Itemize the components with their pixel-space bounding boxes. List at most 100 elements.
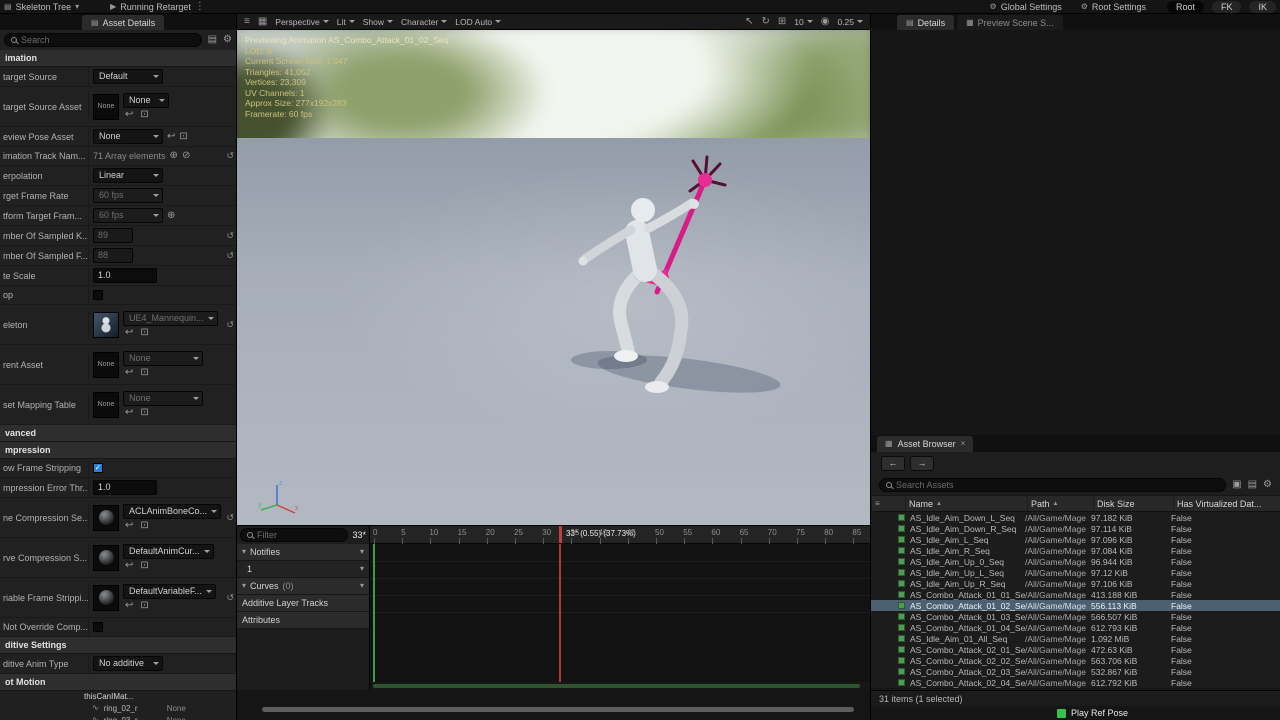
tab-asset-details[interactable]: ▤ Asset Details bbox=[82, 15, 165, 30]
search-assets-input[interactable]: Search Assets bbox=[879, 477, 1227, 492]
play-ref-pose-button[interactable]: Play Ref Pose bbox=[871, 706, 1280, 720]
bone-compression-dropdown[interactable]: ACLAnimBoneCo... bbox=[123, 504, 222, 519]
reset-to-default-icon[interactable]: ↺ bbox=[226, 319, 234, 330]
select-tool-icon[interactable]: ↖ bbox=[745, 16, 753, 27]
section-root-motion[interactable]: ot Motion bbox=[0, 674, 236, 691]
section-animation[interactable]: imation bbox=[0, 50, 236, 67]
use-selected-asset-icon[interactable]: ↩ bbox=[125, 561, 133, 571]
lod-dropdown[interactable]: LOD Auto bbox=[455, 17, 502, 27]
track-options-icon[interactable]: ▾ bbox=[360, 548, 364, 556]
root-settings-button[interactable]: ⚙ Root Settings bbox=[1081, 2, 1146, 12]
timeline-filter-input[interactable]: Filter bbox=[240, 528, 349, 542]
browse-to-asset-icon[interactable]: ⊡ bbox=[140, 521, 148, 531]
asset-row[interactable]: AS_Combo_Attack_02_01_Seq /All/Game/Mage… bbox=[871, 644, 1280, 655]
track-attributes[interactable]: Attributes bbox=[237, 612, 369, 629]
asset-row[interactable]: AS_Combo_Attack_01_01_Seq /All/Game/Mage… bbox=[871, 589, 1280, 600]
interpolation-dropdown[interactable]: Linear bbox=[93, 168, 163, 183]
timeline-range-slider[interactable] bbox=[373, 684, 860, 688]
reset-to-default-icon[interactable]: ↺ bbox=[226, 230, 234, 241]
lane-options-icon[interactable]: ▾ bbox=[360, 565, 364, 573]
track-notifies[interactable]: ▾ Notifies ▾ bbox=[237, 544, 369, 561]
asset-row[interactable]: AS_Idle_Aim_01_All_Seq /All/Game/Mage 1.… bbox=[871, 633, 1280, 644]
curve-compression-thumbnail[interactable] bbox=[93, 544, 119, 571]
timeline-ruler[interactable]: 33* (0.55) (37.73%) 0 5 10 15 20 25 30 35 40 45 50… bbox=[370, 526, 870, 544]
asset-row[interactable]: AS_Idle_Aim_Down_R_Seq /All/Game/Mage 97… bbox=[871, 523, 1280, 534]
loop-checkbox[interactable] bbox=[93, 290, 103, 300]
filter-settings-icon[interactable]: ⚙ bbox=[1263, 479, 1272, 490]
use-selected-asset-icon[interactable]: ↩ bbox=[125, 110, 133, 120]
reset-to-default-icon[interactable]: ↺ bbox=[226, 592, 234, 603]
surface-snap-icon[interactable]: ◉ bbox=[821, 16, 830, 27]
asset-row[interactable]: AS_Combo_Attack_02_02_Seq /All/Game/Mage… bbox=[871, 655, 1280, 666]
curve-compression-dropdown[interactable]: DefaultAnimCur... bbox=[123, 544, 214, 559]
kebab-menu-icon[interactable]: ⋮ bbox=[195, 1, 205, 12]
asset-row[interactable]: AS_Combo_Attack_01_02_Seq /All/Game/Mage… bbox=[871, 600, 1280, 611]
asset-row[interactable]: AS_Combo_Attack_01_03_Seq /All/Game/Mage… bbox=[871, 611, 1280, 622]
asset-row[interactable]: AS_Combo_Attack_02_04_Seq /All/Game/Mage… bbox=[871, 677, 1280, 688]
use-selected-asset-icon[interactable]: ↩ bbox=[125, 601, 133, 611]
delete-elements-icon[interactable]: ⊘ bbox=[182, 151, 190, 161]
bone-track-row[interactable]: ∿ ring_02_r None bbox=[0, 702, 236, 714]
additive-anim-type-dropdown[interactable]: No additive bbox=[93, 656, 163, 671]
details-search-input[interactable]: Search bbox=[4, 33, 202, 47]
view-options-icon[interactable]: ▤ bbox=[1248, 479, 1257, 490]
variable-frame-stripping-thumbnail[interactable] bbox=[93, 584, 119, 611]
sampled-frames-field[interactable]: 88 bbox=[93, 248, 133, 263]
browse-to-asset-icon[interactable]: ⊡ bbox=[140, 328, 148, 338]
fk-mode-button[interactable]: FK bbox=[1211, 0, 1242, 13]
reset-to-default-icon[interactable]: ↺ bbox=[226, 250, 234, 261]
global-settings-button[interactable]: ⚙ Global Settings bbox=[990, 2, 1062, 12]
browse-to-asset-icon[interactable]: ⊡ bbox=[140, 368, 148, 378]
section-compression[interactable]: mpression bbox=[0, 442, 236, 459]
perspective-dropdown[interactable]: Perspective bbox=[275, 17, 329, 27]
target-frame-rate-dropdown[interactable]: 60 fps bbox=[93, 188, 163, 203]
columns-icon[interactable]: ≡ bbox=[875, 499, 880, 508]
asset-row[interactable]: AS_Idle_Aim_Up_R_Seq /All/Game/Mage 97.1… bbox=[871, 578, 1280, 589]
browse-to-asset-icon[interactable]: ⊡ bbox=[140, 561, 148, 571]
platform-target-frame-rate-dropdown[interactable]: 60 fps bbox=[93, 208, 163, 223]
timeline-tracks-area[interactable] bbox=[370, 544, 870, 682]
tab-skeleton-tree[interactable]: ▤ Skeleton Tree ▾ bbox=[4, 2, 79, 12]
asset-mapping-table-dropdown[interactable]: None bbox=[123, 391, 203, 406]
preview-pose-asset-dropdown[interactable]: None bbox=[93, 129, 163, 144]
scene-render-area[interactable]: Previewing Animation AS_Combo_Attack_01_… bbox=[237, 20, 870, 525]
tab-preview-scene-settings[interactable]: ▦ Preview Scene S... bbox=[957, 15, 1063, 30]
track-options-icon[interactable]: ▾ bbox=[360, 582, 364, 590]
playhead-marker[interactable] bbox=[559, 526, 562, 543]
grid-snap-value[interactable]: 10 bbox=[794, 17, 813, 27]
skeleton-thumbnail[interactable] bbox=[93, 311, 119, 338]
asset-row[interactable]: AS_Idle_Aim_Down_L_Seq /All/Game/Mage 97… bbox=[871, 512, 1280, 523]
asset-row[interactable]: AS_Idle_Aim_Up_0_Seq /All/Game/Mage 96.9… bbox=[871, 556, 1280, 567]
asset-thumbnail[interactable]: None bbox=[93, 93, 119, 120]
horizontal-scrollbar[interactable] bbox=[262, 707, 854, 712]
compression-error-threshold-field[interactable]: 1.0 bbox=[93, 480, 157, 495]
use-selected-asset-icon[interactable]: ↩ bbox=[125, 328, 133, 338]
browse-to-asset-icon[interactable]: ⊡ bbox=[179, 131, 187, 142]
use-selected-asset-icon[interactable]: ↩ bbox=[167, 131, 175, 142]
do-not-override-compression-checkbox[interactable] bbox=[93, 622, 103, 632]
show-dropdown[interactable]: Show bbox=[363, 17, 393, 27]
asset-row[interactable]: AS_Idle_Aim_L_Seq /All/Game/Mage 97.096 … bbox=[871, 534, 1280, 545]
allow-frame-stripping-checkbox[interactable]: ✓ bbox=[93, 463, 103, 473]
skeleton-dropdown[interactable]: UE4_Mannequin... bbox=[123, 311, 218, 326]
browse-to-asset-icon[interactable]: ⊡ bbox=[140, 408, 148, 418]
retarget-source-dropdown[interactable]: Default bbox=[93, 69, 163, 84]
reset-to-default-icon[interactable]: ↺ bbox=[226, 512, 234, 523]
lit-dropdown[interactable]: Lit bbox=[337, 17, 355, 27]
viewport-3d[interactable]: ≡ ▦ Perspective Lit Show Character LOD A… bbox=[237, 14, 870, 525]
track-notify-lane-1[interactable]: 1 ▾ bbox=[237, 561, 369, 578]
viewport-menu-icon[interactable]: ≡ bbox=[244, 16, 250, 27]
asset-row[interactable]: AS_Idle_Aim_Up_L_Seq /All/Game/Mage 97.1… bbox=[871, 567, 1280, 578]
chevron-down-icon[interactable]: ▾ bbox=[242, 582, 246, 590]
scale-snap-value[interactable]: 0.25 bbox=[837, 17, 863, 27]
parent-asset-dropdown[interactable]: None bbox=[123, 351, 203, 366]
chevron-down-icon[interactable]: ▾ bbox=[242, 548, 246, 556]
reset-to-default-icon[interactable]: ↺ bbox=[226, 151, 234, 162]
close-icon[interactable]: × bbox=[961, 440, 966, 448]
bone-compression-thumbnail[interactable] bbox=[93, 504, 119, 531]
browse-to-asset-icon[interactable]: ⊡ bbox=[140, 601, 148, 611]
track-additive-layer-tracks[interactable]: Additive Layer Tracks bbox=[237, 595, 369, 612]
add-platform-icon[interactable]: ⊕ bbox=[167, 210, 175, 221]
column-has-virtualized[interactable]: Has Virtualized Dat... bbox=[1173, 496, 1280, 511]
save-icon[interactable]: ▣ bbox=[1232, 479, 1241, 490]
